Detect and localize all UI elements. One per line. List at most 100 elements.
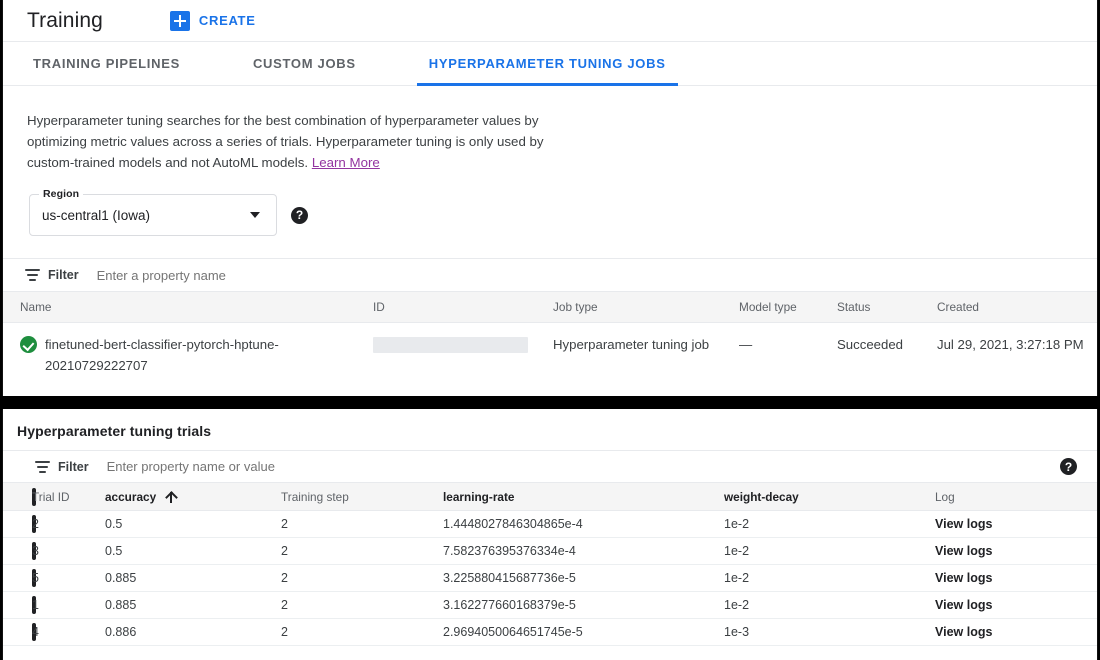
chevron-down-icon [250,212,260,218]
training-step: 2 [281,625,288,639]
table-row[interactable]: 3 0.5 2 7.582376395376334e-4 1e-2 View l… [3,538,1097,565]
trials-table: Trial ID accuracy Training step learning… [3,483,1097,646]
column-header-created[interactable]: Created [937,300,1087,314]
view-logs-label: View logs [935,598,993,612]
accuracy: 0.885 [105,598,137,612]
job-type-cell: Hyperparameter tuning job [553,337,710,352]
job-name[interactable]: finetuned-bert-classifier-pytorch-hptune… [45,334,345,376]
view-logs-label: View logs [935,544,993,558]
training-step: 2 [281,571,288,585]
learn-more-link[interactable]: Learn More [312,155,380,170]
filter-icon [35,460,50,473]
column-header-accuracy-label: accuracy [105,489,157,504]
filter-icon [25,269,40,281]
plus-icon [169,10,190,31]
column-header-training-step[interactable]: Training step [281,490,443,504]
tab-label: TRAINING PIPELINES [33,56,180,71]
learning-rate: 2.9694050064651745e-5 [443,625,583,639]
row-select-cell [3,515,36,533]
panel-divider [0,396,1100,409]
trial-id: 2 [32,517,39,531]
description-section: Hyperparameter tuning searches for the b… [3,86,1097,173]
help-icon[interactable]: ? [291,206,308,224]
row-select-cell [3,623,36,641]
weight-decay: 1e-2 [724,598,750,612]
region-value: us-central1 (Iowa) [42,207,151,223]
training-step: 2 [281,517,288,531]
select-all-cell [3,487,36,506]
job-name-cell: finetuned-bert-classifier-pytorch-hptune… [3,334,373,376]
training-step: 2 [281,544,288,558]
accuracy: 0.5 [105,517,123,531]
weight-decay: 1e-2 [724,571,750,585]
accuracy: 0.885 [105,571,137,585]
trials-filter-bar: Filter ? [3,450,1097,483]
column-header-weight-decay[interactable]: weight-decay [724,490,935,504]
learning-rate: 1.4448027846304865e-4 [443,517,583,531]
table-row[interactable]: 1 0.885 2 3.162277660168379e-5 1e-2 View… [3,592,1097,619]
status-cell: Succeeded [837,337,903,352]
app-screen: Training CREATE TRAINING PIPELINES CUSTO… [0,0,1100,660]
region-select[interactable]: Region us-central1 (Iowa) ? [29,188,308,236]
column-header-name[interactable]: Name [3,300,373,314]
table-row[interactable]: finetuned-bert-classifier-pytorch-hptune… [3,323,1097,385]
column-header-learning-rate[interactable]: learning-rate [443,490,724,504]
training-step: 2 [281,598,288,612]
tab-training-pipelines[interactable]: TRAINING PIPELINES [27,42,186,85]
training-jobs-panel: Training CREATE TRAINING PIPELINES CUSTO… [2,0,1098,396]
tab-bar: TRAINING PIPELINES CUSTOM JOBS HYPERPARA… [3,42,1097,86]
tab-hyperparameter-tuning-jobs[interactable]: HYPERPARAMETER TUNING JOBS [416,42,678,86]
created-cell: Jul 29, 2021, 3:27:18 PM [937,337,1084,352]
column-header-job-type[interactable]: Job type [553,300,739,314]
weight-decay: 1e-3 [724,625,750,639]
region-label: Region [39,188,84,200]
trials-filter-input[interactable] [104,458,465,475]
table-row[interactable]: 2 0.5 2 1.4448027846304865e-4 1e-2 View … [3,511,1097,538]
learning-rate: 3.162277660168379e-5 [443,598,576,612]
column-header-id[interactable]: ID [373,300,553,314]
column-header-status[interactable]: Status [837,300,937,314]
jobs-table-header: Name ID Job type Model type Status Creat… [3,292,1097,323]
view-logs-label: View logs [935,625,993,639]
weight-decay: 1e-2 [724,544,750,558]
view-logs-link[interactable]: View logs [935,625,1065,639]
row-select-cell [3,542,36,560]
jobs-filter-bar: Filter [3,258,1097,292]
create-button-label: CREATE [198,13,256,28]
create-button[interactable]: CREATE [166,9,260,33]
help-icon[interactable]: ? [1060,458,1077,475]
accuracy: 0.886 [105,625,137,639]
title-bar: Training CREATE [3,0,1097,42]
trial-id: 4 [32,625,39,639]
filter-label: Filter [48,268,79,282]
jobs-filter-input[interactable] [94,266,455,284]
column-header-trial-id[interactable]: Trial ID [32,490,105,504]
accuracy: 0.5 [105,544,123,558]
trials-table-header: Trial ID accuracy Training step learning… [3,483,1097,511]
view-logs-label: View logs [935,571,993,585]
view-logs-link[interactable]: View logs [935,571,1065,585]
region-section: Region us-central1 (Iowa) ? [3,173,1097,236]
description-text: Hyperparameter tuning searches for the b… [27,110,572,173]
trial-id: 5 [32,571,39,585]
view-logs-link[interactable]: View logs [935,517,1065,531]
view-logs-link[interactable]: View logs [935,598,1065,612]
table-row[interactable]: 4 0.886 2 2.9694050064651745e-5 1e-3 Vie… [3,619,1097,646]
view-logs-label: View logs [935,517,993,531]
row-select-cell [3,569,36,587]
view-logs-link[interactable]: View logs [935,544,1065,558]
table-row[interactable]: 5 0.885 2 3.225880415687736e-5 1e-2 View… [3,565,1097,592]
trial-id: 1 [32,598,39,612]
column-header-model-type[interactable]: Model type [739,300,837,314]
arrow-up-icon [165,491,176,503]
trial-id: 3 [32,544,39,558]
column-header-accuracy[interactable]: accuracy [105,490,281,504]
job-id-cell [373,334,553,359]
tab-label: CUSTOM JOBS [252,56,356,71]
column-header-log[interactable]: Log [935,490,1065,504]
learning-rate: 7.582376395376334e-4 [443,544,576,558]
tab-custom-jobs[interactable]: CUSTOM JOBS [247,42,362,85]
row-select-cell [3,596,36,614]
filter-label: Filter [58,459,89,474]
redacted-id [373,337,528,353]
